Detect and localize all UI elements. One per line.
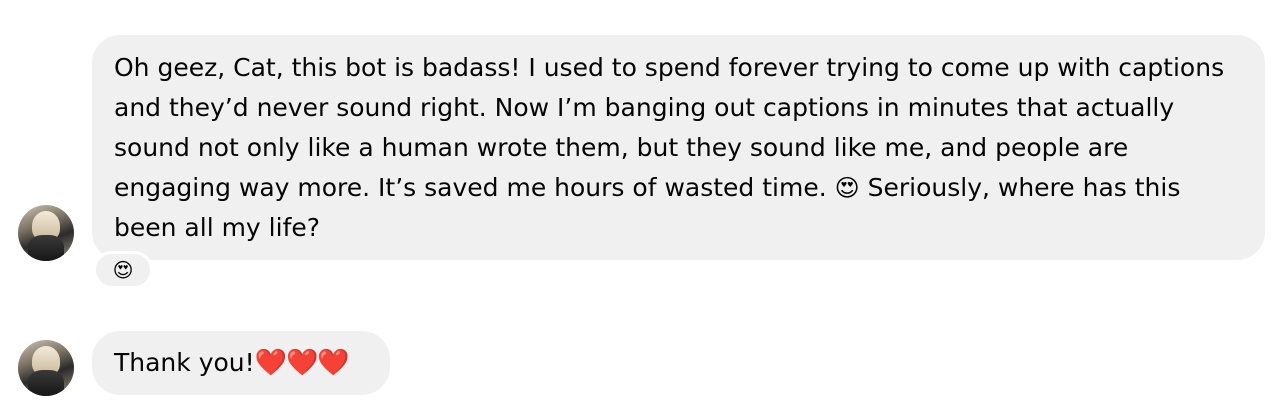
reaction-badge[interactable]: 😍 xyxy=(93,251,153,289)
heart-eyes-emoji-icon: 😍 xyxy=(834,174,860,202)
heart-eyes-reaction-icon: 😍 xyxy=(112,258,134,282)
sender-avatar[interactable] xyxy=(18,205,74,261)
sender-avatar[interactable] xyxy=(18,340,74,396)
message-thread: Oh geez, Cat, this bot is badass! I used… xyxy=(0,0,1279,413)
message-bubble[interactable]: Oh geez, Cat, this bot is badass! I used… xyxy=(92,35,1265,260)
message-bubble[interactable]: Thank you!❤️❤️❤️ xyxy=(92,331,390,395)
avatar-body xyxy=(28,235,64,261)
avatar-body xyxy=(28,370,64,396)
message-text: Thank you! xyxy=(114,348,255,377)
red-heart-icons: ❤️❤️❤️ xyxy=(254,348,350,378)
